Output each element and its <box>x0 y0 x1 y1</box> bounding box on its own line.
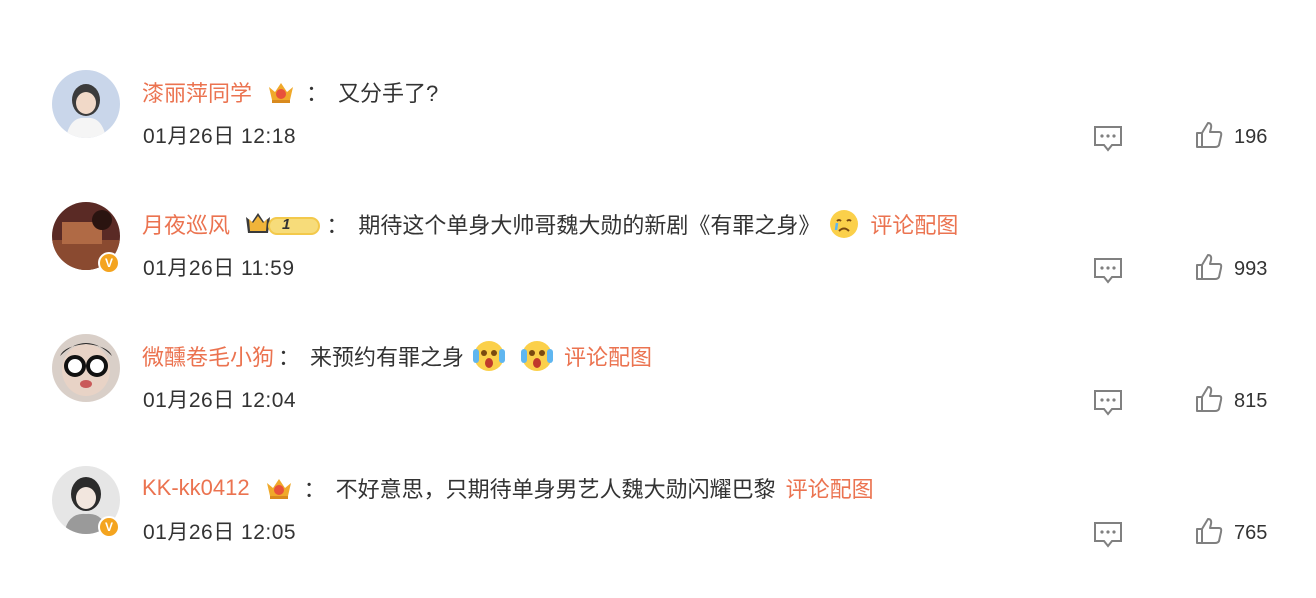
comment-picture-link[interactable]: 评论配图 <box>870 208 958 240</box>
comment-item: V 月夜巡风 1 ： 期待这个单身大帅哥魏大勋的新剧《有罪之身》 评论配图 01… <box>0 202 1316 334</box>
shocked-face-emoji-icon <box>472 339 506 373</box>
reply-icon[interactable] <box>1092 520 1124 550</box>
reply-icon[interactable] <box>1092 256 1124 286</box>
thumbs-up-icon <box>1194 252 1224 287</box>
avatar[interactable] <box>52 334 120 402</box>
username-link[interactable]: 漆丽萍同学 <box>142 76 252 108</box>
comment-time: 01月26日 12:05 <box>143 521 297 544</box>
shocked-face-emoji-icon <box>520 339 554 373</box>
like-button[interactable]: 196 <box>1194 120 1267 154</box>
comment-text: 来预约有罪之身 <box>310 345 465 370</box>
comment-picture-link[interactable]: 评论配图 <box>564 340 652 372</box>
level-number: 1 <box>282 215 291 233</box>
comment-text: 不好意思，只期待单身男艺人魏大勋闪耀巴黎 <box>335 477 776 502</box>
verified-badge-icon: V <box>98 252 120 274</box>
comment-time: 01月26日 12:18 <box>143 125 297 148</box>
separator: ： <box>326 213 349 238</box>
comment-picture-link[interactable]: 评论配图 <box>786 472 874 504</box>
comment-line: KK-kk0412 ： 不好意思，只期待单身男艺人魏大勋闪耀巴黎 评论配图 <box>142 470 874 506</box>
avatar[interactable] <box>52 70 120 138</box>
like-button[interactable]: 815 <box>1194 384 1267 418</box>
comment-list: 漆丽萍同学 ： 又分手了? 01月26日 12:18 196 V 月夜巡风 1 … <box>0 0 1316 586</box>
comment-line: 月夜巡风 1 ： 期待这个单身大帅哥魏大勋的新剧《有罪之身》 评论配图 <box>142 206 958 242</box>
crown-badge-icon <box>266 78 296 106</box>
like-button[interactable]: 765 <box>1194 516 1267 550</box>
comment-time: 01月26日 11:59 <box>143 257 295 280</box>
username-link[interactable]: KK-kk0412 <box>142 475 250 501</box>
reply-icon[interactable] <box>1092 388 1124 418</box>
comment-text: 期待这个单身大帅哥魏大勋的新剧《有罪之身》 <box>358 213 821 238</box>
crown-badge-icon <box>264 474 294 502</box>
username-link[interactable]: 微醺卷毛小狗 <box>142 340 274 372</box>
like-count: 815 <box>1234 389 1268 412</box>
comment-item: 漆丽萍同学 ： 又分手了? 01月26日 12:18 196 <box>0 70 1316 202</box>
comment-line: 微醺卷毛小狗 ： 来预约有罪之身 评论配图 <box>142 338 652 374</box>
thumbs-up-icon <box>1194 516 1224 551</box>
like-count: 993 <box>1234 257 1268 280</box>
comment-line: 漆丽萍同学 ： 又分手了? <box>142 74 438 110</box>
like-count: 196 <box>1234 125 1268 148</box>
thumbs-up-icon <box>1194 384 1224 419</box>
comment-text: 又分手了? <box>338 81 439 106</box>
crying-face-emoji-icon <box>828 208 860 240</box>
separator: ： <box>278 345 301 370</box>
username-link[interactable]: 月夜巡风 <box>142 208 230 240</box>
like-count: 765 <box>1234 521 1268 544</box>
thumbs-up-icon <box>1194 120 1224 155</box>
comment-item: V KK-kk0412 ： 不好意思，只期待单身男艺人魏大勋闪耀巴黎 评论配图 … <box>0 466 1316 598</box>
crown-level-1-badge-icon: 1 <box>244 209 330 239</box>
separator: ： <box>303 477 326 502</box>
comment-item: 微醺卷毛小狗 ： 来预约有罪之身 评论配图 01月26日 12:04 815 <box>0 334 1316 466</box>
comment-time: 01月26日 12:04 <box>143 389 297 412</box>
separator: ： <box>306 81 329 106</box>
reply-icon[interactable] <box>1092 124 1124 154</box>
verified-badge-icon: V <box>98 516 120 538</box>
like-button[interactable]: 993 <box>1194 252 1267 286</box>
